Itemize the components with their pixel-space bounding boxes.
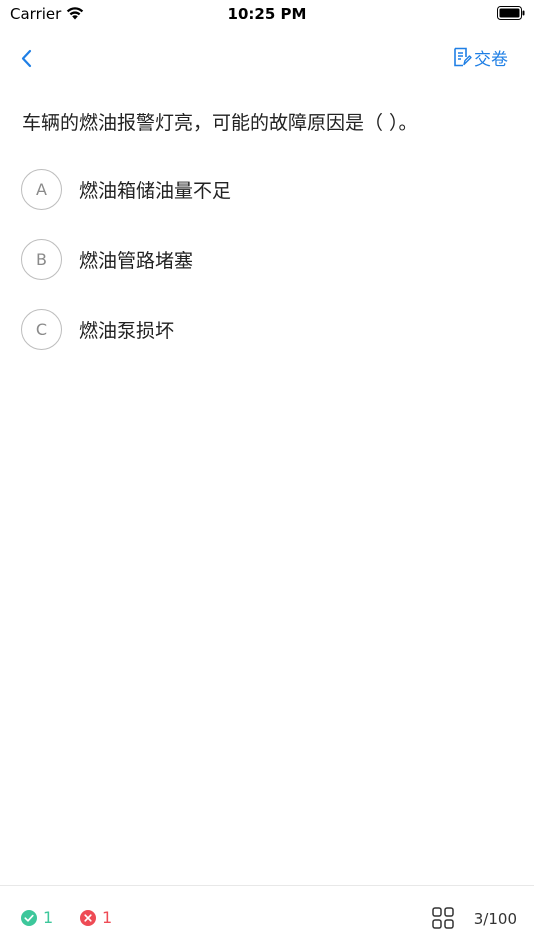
- option-c[interactable]: C 燃油泵损坏: [21, 308, 521, 350]
- correct-count: 1: [21, 908, 53, 927]
- paper-submit-icon: [454, 47, 472, 67]
- wrong-count: 1: [80, 908, 112, 927]
- bottom-toolbar: 1 1 3/100: [0, 885, 534, 950]
- submit-exam-button[interactable]: 交卷: [453, 42, 508, 72]
- x-circle-icon: [80, 909, 96, 926]
- status-time: 10:25 PM: [227, 5, 307, 23]
- answer-sheet-button[interactable]: [432, 907, 454, 929]
- option-letter: A: [21, 168, 62, 210]
- question-text: 车辆的燃油报警灯亮，可能的故障原因是（ ）。: [22, 112, 418, 134]
- option-letter: B: [21, 238, 62, 280]
- battery-icon: [497, 6, 525, 20]
- options-list: A 燃油箱储油量不足 B 燃油管路堵塞 C 燃油泵损坏: [21, 168, 521, 378]
- chevron-left-icon: [21, 49, 32, 68]
- option-letter: C: [21, 308, 62, 350]
- back-button[interactable]: [14, 44, 42, 72]
- option-text: 燃油泵损坏: [79, 319, 175, 342]
- correct-count-value: 1: [43, 908, 54, 927]
- option-text: 燃油管路堵塞: [79, 249, 194, 272]
- wrong-count-value: 1: [102, 908, 113, 927]
- option-a[interactable]: A 燃油箱储油量不足: [21, 168, 521, 210]
- check-circle-icon: [21, 909, 37, 926]
- status-bar: Carrier 10:25 PM: [0, 0, 534, 28]
- option-text: 燃油箱储油量不足: [79, 179, 232, 202]
- grid-icon: [432, 907, 454, 929]
- submit-exam-label: 交卷: [474, 49, 508, 70]
- option-b[interactable]: B 燃油管路堵塞: [21, 238, 521, 280]
- question-progress: 3/100: [473, 910, 517, 928]
- nav-bar: 交卷: [0, 36, 534, 80]
